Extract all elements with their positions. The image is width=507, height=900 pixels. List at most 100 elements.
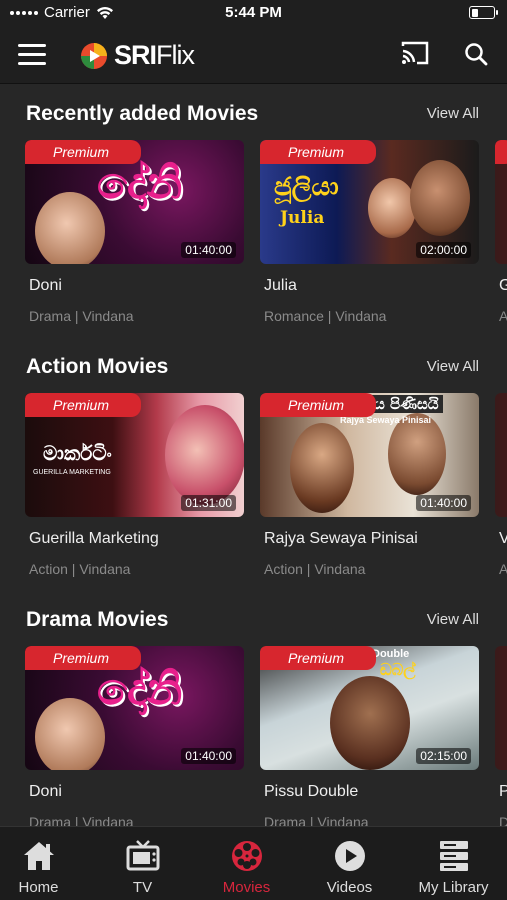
tab-label: Movies bbox=[222, 879, 271, 896]
movie-card[interactable]: ජූලියා Julia Premium 02:00:00 Julia Roma… bbox=[260, 140, 479, 324]
movie-thumbnail bbox=[495, 646, 507, 770]
premium-badge: Premium bbox=[25, 646, 141, 670]
movie-card[interactable]: Double ඩබල් Premium 02:15:00 Pissu Doubl… bbox=[260, 646, 479, 826]
logo-text-light: Flix bbox=[156, 40, 195, 70]
premium-badge: Premium bbox=[260, 646, 376, 670]
movie-meta: D bbox=[499, 814, 507, 826]
tab-label: TV bbox=[132, 879, 153, 896]
movie-card-partial[interactable]: P D bbox=[495, 646, 507, 826]
duration-label: 01:40:00 bbox=[181, 748, 236, 764]
duration-label: 01:31:00 bbox=[181, 495, 236, 511]
tab-home[interactable]: Home bbox=[0, 827, 89, 900]
section-title: Recently added Movies bbox=[26, 102, 259, 125]
play-circle-icon bbox=[334, 841, 365, 871]
bottom-tab-bar: Home TV Movies Videos My Library bbox=[0, 826, 507, 900]
movie-card[interactable]: මාර්කටිං GUERILLA MARKETING Premium 01:3… bbox=[25, 393, 244, 577]
section-title: Drama Movies bbox=[26, 608, 169, 631]
thumb-title-art: ජූලියා bbox=[274, 172, 339, 202]
status-bar: Carrier 5:44 PM bbox=[0, 0, 507, 26]
hamburger-icon[interactable] bbox=[18, 44, 46, 68]
view-all-link[interactable]: View All bbox=[427, 611, 479, 628]
thumb-title-art: දෝනි bbox=[97, 158, 183, 209]
tv-icon bbox=[126, 840, 159, 871]
battery-icon bbox=[469, 6, 498, 19]
movie-title: V bbox=[499, 530, 507, 547]
premium-badge: Premium bbox=[25, 393, 141, 417]
thumb-subtitle-art: GUERILLA MARKETING bbox=[33, 469, 111, 476]
premium-badge: Premium bbox=[260, 393, 376, 417]
movie-carousel[interactable]: දෝනි Premium 01:40:00 Doni Drama | Vinda… bbox=[0, 646, 507, 826]
movie-title: Guerilla Marketing bbox=[29, 530, 159, 547]
movie-carousel[interactable]: මාර්කටිං GUERILLA MARKETING Premium 01:3… bbox=[0, 393, 507, 593]
movie-card-partial[interactable]: V A bbox=[495, 393, 507, 577]
duration-label: 01:40:00 bbox=[416, 495, 471, 511]
movie-meta: A bbox=[499, 308, 507, 324]
duration-label: 01:40:00 bbox=[181, 242, 236, 258]
movie-meta: Drama | Vindana bbox=[29, 814, 134, 826]
section-title: Action Movies bbox=[26, 355, 169, 378]
movie-thumbnail: දෝනි Premium 01:40:00 bbox=[25, 646, 244, 770]
search-icon[interactable] bbox=[464, 42, 488, 71]
movie-meta: Drama | Vindana bbox=[29, 308, 134, 324]
tab-tv[interactable]: TV bbox=[92, 827, 193, 900]
app-logo[interactable]: SRIFlix bbox=[80, 40, 195, 71]
battery-level bbox=[471, 8, 478, 17]
server-stack-icon bbox=[439, 841, 468, 871]
movie-title: Doni bbox=[29, 277, 62, 294]
movie-title: Julia bbox=[264, 277, 297, 294]
movie-title: Pissu Double bbox=[264, 783, 359, 800]
logo-mark-icon bbox=[81, 42, 107, 69]
movie-meta: Action | Vindana bbox=[264, 561, 366, 577]
film-reel-icon bbox=[231, 841, 262, 871]
app-header: SRIFlix bbox=[0, 26, 507, 84]
movie-feed[interactable]: Recently added Movies View All දෝනි Prem… bbox=[0, 84, 507, 826]
movie-thumbnail: දෝනි Premium 01:40:00 bbox=[25, 140, 244, 264]
cast-icon[interactable] bbox=[400, 40, 430, 71]
tab-label: Videos bbox=[326, 879, 373, 896]
movie-card[interactable]: දෝනි Premium 01:40:00 Doni Drama | Vinda… bbox=[25, 646, 244, 826]
tab-my-library[interactable]: My Library bbox=[403, 827, 504, 900]
movie-meta: Romance | Vindana bbox=[264, 308, 387, 324]
movie-meta: Drama | Vindana bbox=[264, 814, 369, 826]
movie-title: P bbox=[499, 783, 507, 800]
duration-label: 02:00:00 bbox=[416, 242, 471, 258]
thumb-subtitle-art: Double bbox=[372, 648, 410, 660]
movie-title: Doni bbox=[29, 783, 62, 800]
section-action-movies: Action Movies View All මාර්කටිං GUERILLA… bbox=[0, 337, 507, 590]
thumb-title-art: ඩබල් bbox=[380, 660, 416, 679]
movie-title: G bbox=[499, 277, 507, 294]
thumb-subtitle-art: Julia bbox=[280, 208, 325, 228]
logo-text-bold: SRI bbox=[114, 40, 157, 70]
logo-text: SRIFlix bbox=[114, 40, 195, 71]
tab-videos[interactable]: Videos bbox=[299, 827, 400, 900]
movie-thumbnail bbox=[495, 393, 507, 517]
section-drama-movies: Drama Movies View All දෝනි Premium 01:40… bbox=[0, 590, 507, 826]
premium-badge: Premium bbox=[25, 140, 141, 164]
tab-label: Home bbox=[18, 879, 59, 896]
movie-thumbnail: ජූලියා Julia Premium 02:00:00 bbox=[260, 140, 479, 264]
movie-thumbnail: මාර්කටිං GUERILLA MARKETING Premium 01:3… bbox=[25, 393, 244, 517]
movie-card[interactable]: දෝනි Premium 01:40:00 Doni Drama | Vinda… bbox=[25, 140, 244, 324]
premium-badge: Premium bbox=[260, 140, 376, 164]
premium-badge-partial bbox=[495, 140, 507, 164]
movie-meta: A bbox=[499, 561, 507, 577]
home-icon bbox=[23, 842, 54, 870]
view-all-link[interactable]: View All bbox=[427, 105, 479, 122]
thumb-title-art: මාර්කටිං bbox=[43, 441, 112, 465]
duration-label: 02:15:00 bbox=[416, 748, 471, 764]
view-all-link[interactable]: View All bbox=[427, 358, 479, 375]
movie-meta: Action | Vindana bbox=[29, 561, 131, 577]
status-time: 5:44 PM bbox=[225, 4, 282, 21]
movie-card-partial[interactable]: G A bbox=[495, 140, 507, 324]
movie-thumbnail bbox=[495, 140, 507, 264]
movie-thumbnail: ය පිණිසයි Rajya Sewaya Pinisai Premium 0… bbox=[260, 393, 479, 517]
tab-label: My Library bbox=[418, 879, 489, 896]
movie-title: Rajya Sewaya Pinisai bbox=[264, 530, 418, 547]
section-recently-added: Recently added Movies View All දෝනි Prem… bbox=[0, 84, 507, 337]
thumb-title-art: ය පිණිසයි bbox=[370, 395, 443, 413]
movie-carousel[interactable]: දෝනි Premium 01:40:00 Doni Drama | Vinda… bbox=[0, 140, 507, 340]
movie-card[interactable]: ය පිණිසයි Rajya Sewaya Pinisai Premium 0… bbox=[260, 393, 479, 577]
thumb-title-art: දෝනි bbox=[97, 664, 183, 715]
tab-movies[interactable]: Movies bbox=[196, 827, 297, 900]
movie-thumbnail: Double ඩබල් Premium 02:15:00 bbox=[260, 646, 479, 770]
